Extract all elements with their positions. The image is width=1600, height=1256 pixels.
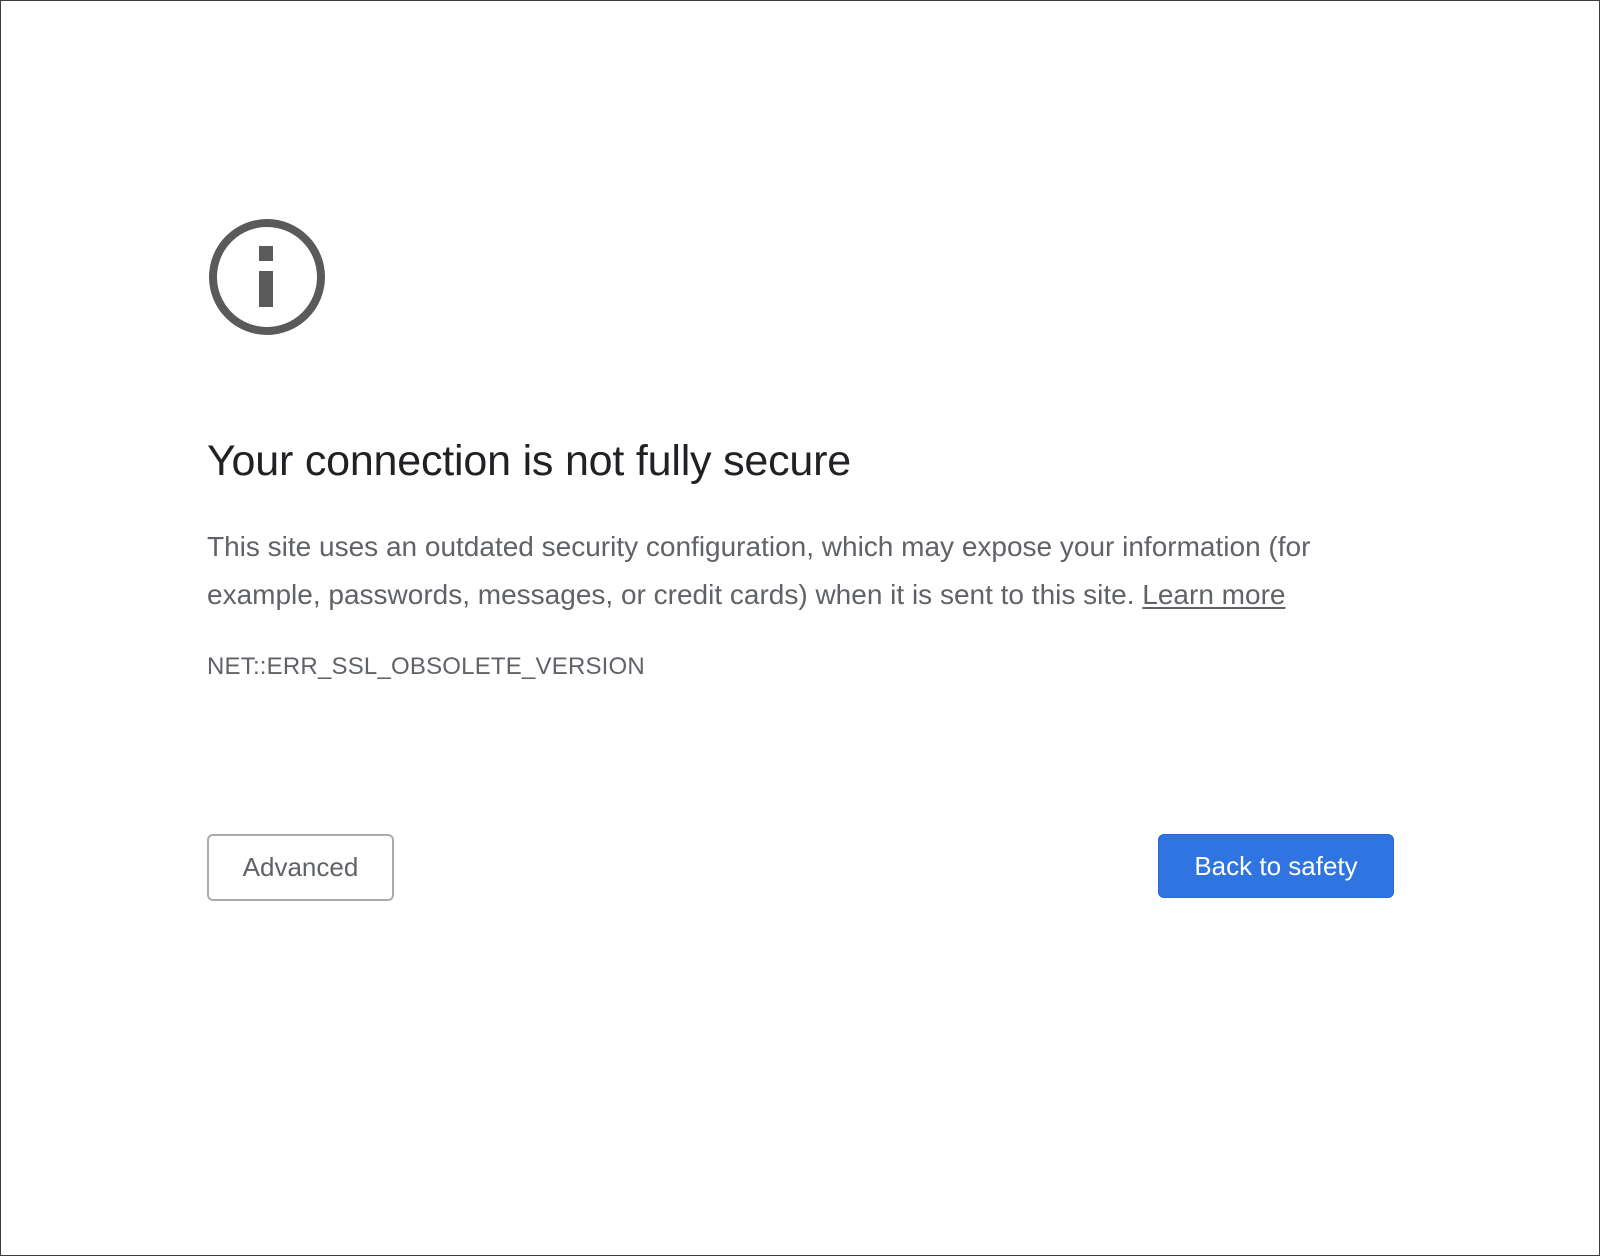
interstitial-content: Your connection is not fully secure This… (207, 217, 1394, 681)
browser-page: Your connection is not fully secure This… (0, 0, 1600, 1256)
explanation-text: This site uses an outdated security conf… (207, 523, 1367, 619)
learn-more-link[interactable]: Learn more (1142, 579, 1285, 610)
info-icon (209, 219, 325, 335)
advanced-button[interactable]: Advanced (207, 834, 394, 901)
page-title: Your connection is not fully secure (207, 437, 851, 485)
back-to-safety-button[interactable]: Back to safety (1158, 834, 1394, 898)
error-code: NET::ERR_SSL_OBSOLETE_VERSION (207, 653, 645, 680)
